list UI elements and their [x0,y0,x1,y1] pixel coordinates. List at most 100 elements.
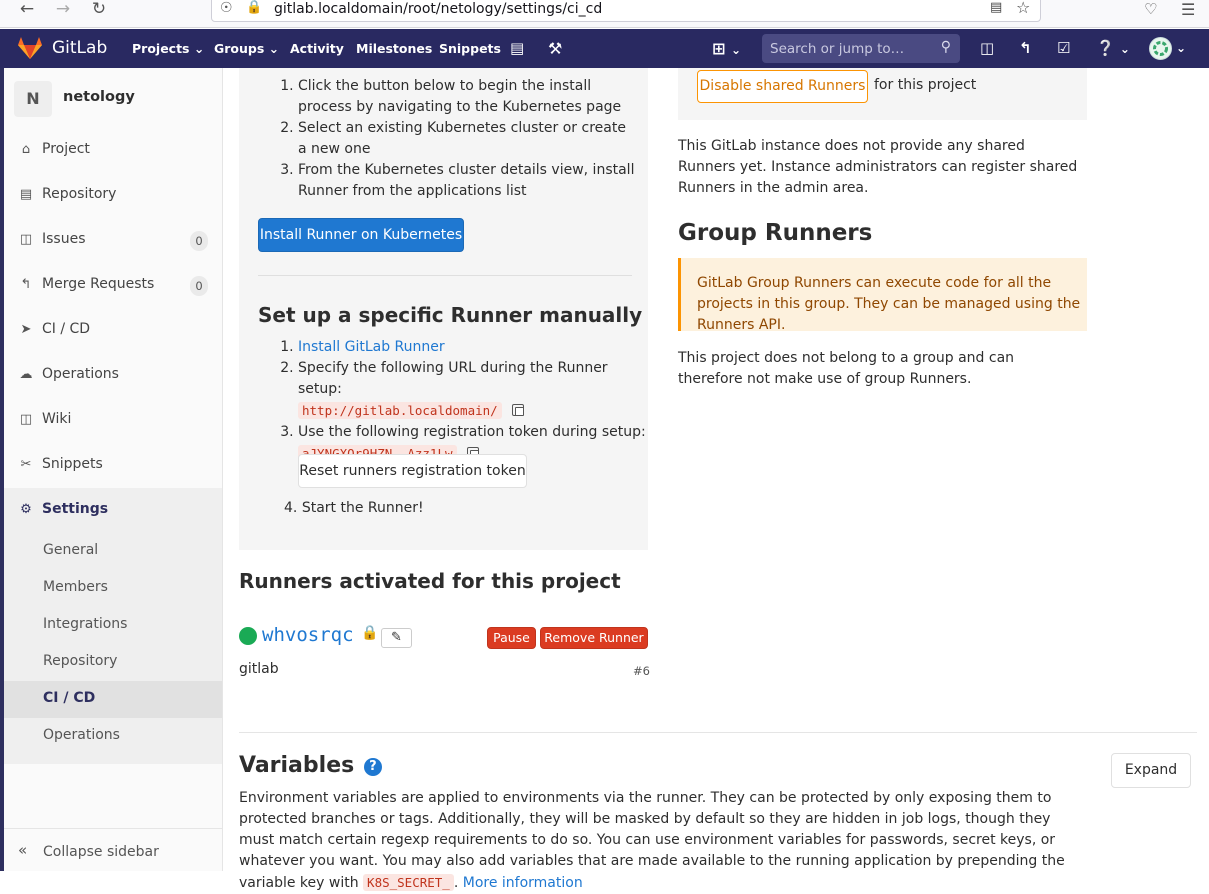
sidebar-subitem-operations[interactable]: Operations [4,718,222,755]
sidebar-subitem-general[interactable]: General [4,533,222,570]
nav-projects-label: Projects [132,41,190,56]
group-runners-alert: GitLab Group Runners can execute code fo… [678,258,1087,333]
group-runners-title: Group Runners [678,220,873,246]
nav-groups-label: Groups [214,41,265,56]
chevron-down-icon: ⌄ [193,41,205,56]
manual-step-text: Specify the following URL during the Run… [298,360,608,397]
sidebar-subitem-label: Repository [43,653,118,669]
nav-groups[interactable]: Groups ⌄ [214,29,279,68]
sidebar-item-label: Repository [42,186,117,202]
manual-step-4: 4. Start the Runner! [284,500,424,516]
url-text[interactable]: gitlab.localdomain/root/netology/setting… [274,1,602,17]
todos-icon[interactable]: ☑ [1057,29,1070,68]
collapse-sidebar-button[interactable]: « Collapse sidebar [0,828,222,871]
divider [258,275,632,276]
menu-icon[interactable]: ☰ [1181,0,1195,19]
pocket-icon[interactable]: ♡ [1144,0,1157,18]
sidebar-subitem-repository[interactable]: Repository [4,644,222,681]
sidebar-subitem-label: Integrations [43,616,128,632]
variables-title: Variables ? [239,753,382,778]
gitlab-logo-text[interactable]: GitLab [52,29,107,68]
k8s-step: Select an existing Kubernetes cluster or… [298,118,638,160]
sidebar-item-snippets[interactable]: ✂ Snippets [0,446,222,486]
sidebar-item-issues[interactable]: ◫ Issues 0 [0,221,222,261]
runner-name-link[interactable]: whvosrqc [262,624,354,646]
chevron-down-icon: ⌄ [730,43,742,57]
sidebar-item-label: Issues [42,231,86,247]
gitlab-logo-icon[interactable] [17,36,43,60]
sidebar-item-label: Operations [42,366,119,382]
avatar[interactable] [1149,37,1172,60]
bookmark-star-icon[interactable]: ☆ [1016,0,1030,17]
analytics-chart-icon[interactable]: ▤ [510,29,524,68]
collapse-sidebar-label: Collapse sidebar [43,844,159,860]
cloud-gear-icon: ☁ [19,367,33,382]
k8s-step: Click the button below to begin the inst… [298,76,638,118]
nav-activity[interactable]: Activity [290,29,344,68]
reset-token-button[interactable]: Reset runners registration token [298,454,527,488]
new-plus-icon[interactable]: ⊞ ⌄ [712,29,741,68]
shared-runners-info: This GitLab instance does not provide an… [678,138,1078,196]
k8s-secret-prefix-code: K8S_SECRET_ [363,874,454,891]
install-gitlab-runner-link[interactable]: Install GitLab Runner [298,339,445,355]
url-bar[interactable]: ☉ 🔒 gitlab.localdomain/root/netology/set… [211,0,1041,22]
nav-snippets[interactable]: Snippets [439,29,501,68]
forward-icon[interactable]: → [52,0,74,22]
sidebar-item-repository[interactable]: ▤ Repository [0,176,222,216]
search-input[interactable]: Search or jump to… ⚲ [762,34,960,63]
more-information-link[interactable]: More information [463,875,583,891]
count-badge: 0 [190,276,208,296]
disable-shared-runners-button[interactable]: Disable shared Runners [697,70,868,103]
gitlab-navbar: GitLab Projects ⌄ Groups ⌄ Activity Mile… [0,29,1209,68]
runner-id: #6 [633,664,650,678]
issues-icon[interactable]: ◫ [980,29,994,68]
runner-setup-panel: Click the button below to begin the inst… [239,68,648,550]
variables-description: Environment variables are applied to env… [239,790,1065,891]
shield-icon[interactable]: ☉ [220,0,233,16]
project-name[interactable]: netology [63,89,135,105]
help-icon[interactable]: ? [363,758,382,776]
sidebar-item-ci-cd[interactable]: ➤ CI / CD [0,311,222,351]
help-icon[interactable]: ❔ ⌄ [1096,29,1130,68]
sidebar-item-operations[interactable]: ☁ Operations [0,356,222,396]
expand-variables-button[interactable]: Expand [1111,753,1191,788]
sidebar-item-label: Wiki [42,411,72,427]
sidebar-item-label: Project [42,141,90,157]
sidebar-item-label: Settings [42,501,109,517]
install-runner-kubernetes-button[interactable]: Install Runner on Kubernetes [258,218,464,252]
sidebar-subitem-ci-cd[interactable]: CI / CD [4,681,222,718]
book-icon: ◫ [19,412,33,427]
chevron-down-icon[interactable]: ⌄ [1176,29,1186,68]
sidebar-item-project[interactable]: ⌂ Project [0,131,222,171]
lock-icon: 🔒 [361,625,379,641]
sidebar-item-merge-requests[interactable]: ↰ Merge Requests 0 [0,266,222,306]
activated-runners-title: Runners activated for this project [239,569,621,593]
copy-url-icon[interactable] [511,404,524,416]
shared-runners-panel: Disable shared Runners for this project [678,68,1087,120]
edit-runner-button[interactable]: ✎ [381,628,412,648]
sidebar-subitem-members[interactable]: Members [4,570,222,607]
reader-view-icon[interactable]: ▤ [990,0,1002,15]
reload-icon[interactable]: ↻ [88,0,110,22]
manual-step: Specify the following URL during the Run… [298,358,648,422]
sidebar-subitem-label: Members [43,579,108,595]
sidebar-item-wiki[interactable]: ◫ Wiki [0,401,222,441]
variables-title-text: Variables [239,753,355,778]
sidebar-item-label: CI / CD [42,321,91,337]
sidebar-subitem-label: Operations [43,727,120,743]
nav-milestones[interactable]: Milestones [356,29,432,68]
issues-icon: ◫ [19,232,33,247]
merge-requests-icon[interactable]: ↰ [1019,29,1032,68]
admin-wrench-icon[interactable]: ⚒ [548,29,562,68]
chevron-down-icon: ⌄ [1119,42,1130,56]
remove-runner-button[interactable]: Remove Runner [540,627,648,649]
sidebar-subitem-integrations[interactable]: Integrations [4,607,222,644]
nav-projects[interactable]: Projects ⌄ [132,29,204,68]
pause-runner-button[interactable]: Pause [487,627,536,649]
sidebar-item-label: Snippets [42,456,103,472]
lock-icon[interactable]: 🔒 [246,0,262,15]
back-icon[interactable]: ← [16,0,38,22]
project-avatar[interactable]: N [14,81,52,117]
section-divider [239,732,1197,733]
merge-icon: ↰ [20,277,32,292]
